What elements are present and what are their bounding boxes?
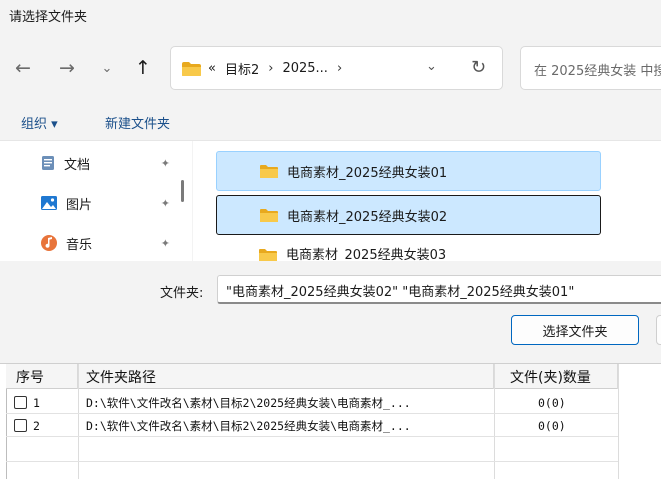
pin-icon: ✦ — [160, 156, 170, 170]
breadcrumb-overflow[interactable]: « — [208, 61, 216, 76]
address-bar[interactable]: « 目标2 › 2025... › ⌄ ↻ — [170, 46, 503, 90]
row-checkbox[interactable] — [14, 396, 27, 409]
forward-icon[interactable]: → — [56, 56, 78, 80]
column-header-path[interactable]: 文件夹路径 — [78, 364, 494, 389]
folder-item[interactable]: 电商素材_2025经典女装01 — [216, 151, 601, 191]
documents-icon — [42, 156, 54, 170]
select-folder-button[interactable]: 选择文件夹 — [511, 315, 639, 345]
search-input[interactable]: 在 2025经典女装 中搜索 — [534, 60, 661, 79]
folder-picker-dialog: 请选择文件夹 ← → ⌄ ↑ « 目标2 › 2025... › ⌄ ↻ 在 2… — [0, 0, 661, 364]
cancel-button[interactable] — [656, 315, 661, 345]
file-list: 电商素材_2025经典女装01 电商素材_2025经典女装02 电商素材_202… — [193, 141, 661, 261]
nav-item-pictures[interactable]: 图片 ✦ — [40, 192, 180, 214]
folder-icon — [260, 164, 278, 178]
breadcrumb-separator-icon[interactable]: › — [337, 61, 342, 76]
row-count: 0(0) — [538, 395, 566, 410]
row-count: 0(0) — [538, 418, 566, 433]
row-path: D:\软件\文件改名\素材\目标2\2025经典女装\电商素材_... — [86, 418, 411, 433]
folder-icon — [182, 62, 201, 76]
new-folder-button[interactable]: 新建文件夹 — [105, 113, 170, 132]
search-box[interactable]: 在 2025经典女装 中搜索 — [520, 46, 661, 90]
command-bar: 组织 ▾ 新建文件夹 — [0, 103, 661, 141]
recent-locations-icon[interactable]: ⌄ — [96, 56, 118, 80]
column-header-index[interactable]: 序号 — [6, 364, 78, 389]
table-row-empty — [6, 438, 618, 462]
row-checkbox[interactable] — [14, 419, 27, 432]
music-icon — [41, 235, 57, 251]
folder-name-input[interactable]: "电商素材_2025经典女装02" "电商素材_2025经典女装01" — [217, 275, 661, 304]
folder-field-label: 文件夹: — [160, 286, 204, 301]
dialog-titlebar[interactable]: 请选择文件夹 — [0, 0, 661, 33]
organize-menu-button[interactable]: 组织 ▾ — [21, 113, 58, 132]
column-header-count[interactable]: 文件(夹)数量 — [494, 364, 618, 389]
breadcrumb-separator-icon[interactable]: › — [268, 61, 273, 76]
up-folder-icon[interactable]: ↑ — [132, 56, 154, 80]
row-index: 1 — [33, 395, 40, 410]
folder-name: 电商素材_2025经典女装03 — [286, 248, 447, 261]
back-icon[interactable]: ← — [12, 56, 34, 80]
navigation-bar: ← → ⌄ ↑ « 目标2 › 2025... › ⌄ ↻ 在 2025经典女装… — [0, 33, 661, 103]
breadcrumb-item[interactable]: 2025... — [282, 61, 327, 76]
column-divider — [618, 364, 619, 479]
folder-table: 序号 文件夹路径 文件(夹)数量 1 D:\软件\文件改名\素材\目标2\202… — [0, 364, 661, 479]
nav-item-documents[interactable]: 文档 ✦ — [40, 152, 180, 174]
table-row[interactable]: 1 D:\软件\文件改名\素材\目标2\2025经典女装\电商素材_... 0(… — [6, 392, 618, 414]
breadcrumb: « 目标2 › 2025... › — [208, 59, 342, 78]
folder-icon — [259, 249, 277, 261]
breadcrumb-item[interactable]: 目标2 — [225, 59, 259, 78]
folder-icon — [260, 208, 278, 222]
row-index: 2 — [33, 418, 40, 433]
folder-name: 电商素材_2025经典女装02 — [287, 209, 448, 225]
navigation-pane: 文档 ✦ 图片 ✦ 音乐 ✦ — [0, 141, 192, 261]
table-header: 序号 文件夹路径 文件(夹)数量 — [6, 364, 618, 389]
navigation-scrollbar[interactable] — [181, 180, 184, 202]
pin-icon: ✦ — [160, 236, 170, 250]
pin-icon: ✦ — [160, 196, 170, 210]
address-dropdown-icon[interactable]: ⌄ — [426, 59, 437, 74]
row-path: D:\软件\文件改名\素材\目标2\2025经典女装\电商素材_... — [86, 395, 411, 410]
table-row[interactable]: 2 D:\软件\文件改名\素材\目标2\2025经典女装\电商素材_... 0(… — [6, 415, 618, 437]
nav-item-music[interactable]: 音乐 ✦ — [40, 232, 180, 254]
dialog-footer: 文件夹: "电商素材_2025经典女装02" "电商素材_2025经典女装01"… — [0, 261, 661, 363]
folder-name: 电商素材_2025经典女装01 — [287, 165, 448, 181]
refresh-icon[interactable]: ↻ — [471, 57, 486, 78]
pictures-icon — [41, 196, 57, 210]
folder-item[interactable]: 电商素材_2025经典女装02 — [216, 195, 601, 235]
folder-item[interactable]: 电商素材_2025经典女装03 — [216, 241, 601, 261]
dialog-title: 请选择文件夹 — [9, 10, 88, 25]
